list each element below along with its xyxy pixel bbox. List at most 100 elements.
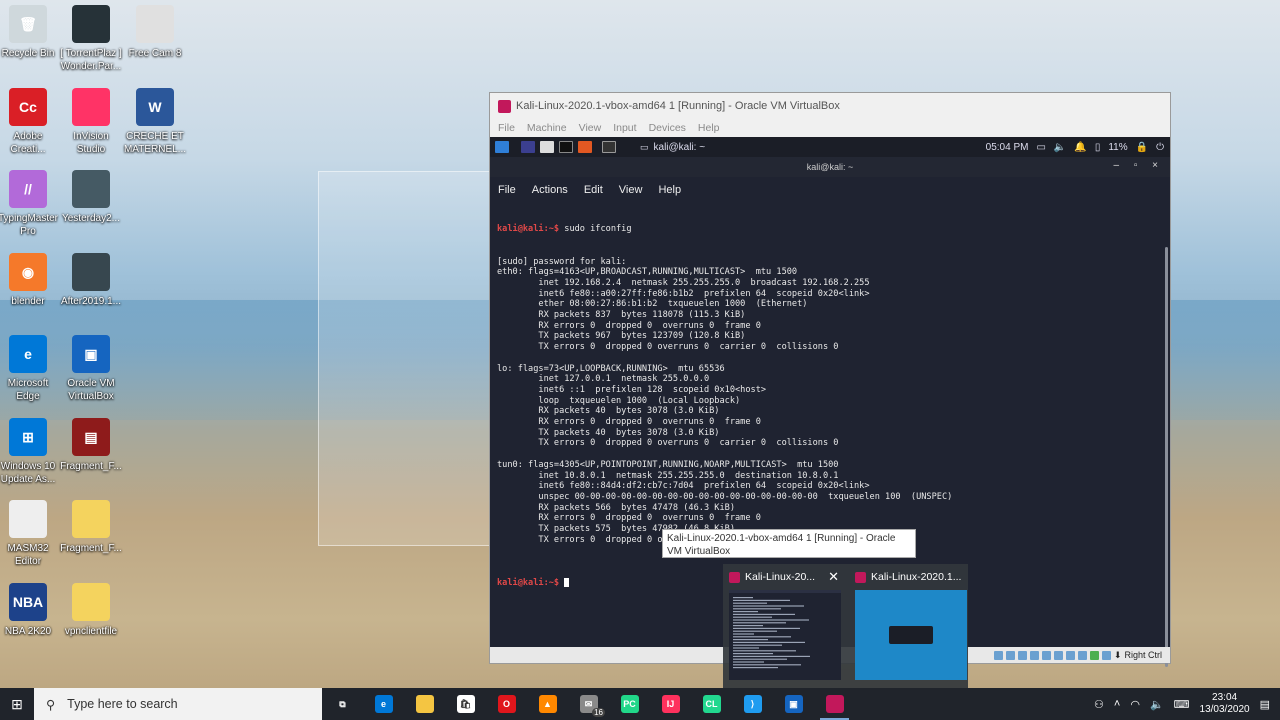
desktop-icon-label: [ TorrentPlaz ] Wonder.Par...: [60, 48, 122, 72]
desktop-icon[interactable]: MASM32 Editor: [0, 500, 61, 568]
taskbar-app-button[interactable]: PC: [609, 688, 650, 720]
network-icon[interactable]: [1029, 650, 1039, 660]
files-icon[interactable]: [540, 141, 554, 153]
active-terminal-icon[interactable]: [602, 141, 616, 153]
desktop-icon[interactable]: e Microsoft Edge: [0, 335, 61, 403]
taskbar-app-button[interactable]: CL: [691, 688, 732, 720]
taskbar-terminal-item[interactable]: ▭ kali@kali: ~: [640, 142, 705, 153]
desktop-icon-label: Fragment_F...: [60, 543, 122, 554]
term-menu-view[interactable]: View: [619, 184, 643, 196]
browser-launcher-icon[interactable]: [578, 141, 592, 153]
hdd-icon[interactable]: [993, 650, 1003, 660]
taskbar-app-button[interactable]: [404, 688, 445, 720]
thumbnail-text-line: [733, 630, 777, 632]
desktop-icon[interactable]: 🗑 Recycle Bin: [0, 5, 61, 60]
edge-icon: e: [374, 695, 393, 713]
desktop-icon[interactable]: After2019.1...: [58, 253, 124, 308]
terminal-line: RX errors 0 dropped 0 overruns 0 frame 0: [497, 320, 761, 331]
taskbar-app-button[interactable]: ⧉: [322, 688, 363, 720]
taskbar-app-button[interactable]: ▣: [773, 688, 814, 720]
taskbar-app-button[interactable]: ▲: [527, 688, 568, 720]
desktop-icon[interactable]: Free Cam 8: [122, 5, 188, 60]
desktop-icon-label: Oracle VM VirtualBox: [67, 378, 115, 402]
desktop-icon[interactable]: ▤ Fragment_F...: [58, 418, 124, 473]
wifi-icon[interactable]: ◠: [1130, 698, 1140, 711]
term-menu-file[interactable]: File: [498, 184, 516, 196]
workspace-icon[interactable]: [521, 141, 535, 153]
menu-devices[interactable]: Devices: [649, 122, 686, 134]
desktop-icon[interactable]: Cc Adobe Creati...: [0, 88, 61, 156]
close-icon[interactable]: ✕: [828, 569, 839, 585]
desktop-icon[interactable]: ◉ blender: [0, 253, 61, 308]
thumbnail-text-line: [733, 605, 804, 607]
kali-clock[interactable]: 05:04 PM: [986, 142, 1029, 153]
terminal-window-controls[interactable]: – ▫ ×: [1113, 160, 1164, 171]
notifications-icon[interactable]: ▤: [1260, 698, 1270, 711]
start-button[interactable]: ⊞: [0, 688, 34, 720]
thumbnail-text-line: [733, 613, 795, 615]
shared-folder-icon[interactable]: [1053, 650, 1063, 660]
menu-view[interactable]: View: [579, 122, 602, 134]
terminal-launcher-icon[interactable]: [559, 141, 573, 153]
desktop-icon[interactable]: ▣ Oracle VM VirtualBox: [58, 335, 124, 403]
mouse-icon[interactable]: [1101, 650, 1111, 660]
battery-icon[interactable]: ▯: [1095, 142, 1101, 153]
desktop-icon[interactable]: vpnclientfile: [58, 583, 124, 638]
taskbar-app-button[interactable]: 🛍: [445, 688, 486, 720]
terminal-scrollbar[interactable]: [1165, 247, 1168, 667]
display-status-icon[interactable]: [1065, 650, 1075, 660]
desktop-icon[interactable]: [ TorrentPlaz ] Wonder.Par...: [58, 5, 124, 73]
taskbar-app-button[interactable]: O: [486, 688, 527, 720]
desktop-icon[interactable]: // TypingMaster Pro: [0, 170, 61, 238]
thumbnail-text-line: [733, 641, 805, 643]
desktop-icon[interactable]: Fragment_F...: [58, 500, 124, 555]
taskbar-clock[interactable]: 23:04 13/03/2020: [1200, 692, 1250, 716]
opera-icon: O: [497, 695, 516, 713]
usb-icon[interactable]: [1041, 650, 1051, 660]
keyboard-icon[interactable]: ⌨: [1174, 698, 1190, 711]
menu-input[interactable]: Input: [613, 122, 636, 134]
menu-file[interactable]: File: [498, 122, 515, 134]
term-menu-actions[interactable]: Actions: [532, 184, 568, 196]
app-icon: [72, 5, 110, 43]
chevron-up-icon[interactable]: ˄: [1114, 698, 1120, 710]
kali-menu-icon[interactable]: [495, 141, 509, 153]
notification-icon[interactable]: 🔔: [1074, 142, 1086, 153]
taskbar-app-button[interactable]: e: [363, 688, 404, 720]
terminal-line: inet 127.0.0.1 netmask 255.0.0.0: [497, 374, 710, 385]
volume-icon[interactable]: 🔈: [1054, 142, 1066, 153]
desktop-icon[interactable]: Yesterday2...: [58, 170, 124, 225]
taskbar-app-button[interactable]: IJ: [650, 688, 691, 720]
person-icon[interactable]: ⚇: [1094, 698, 1104, 711]
taskbar-app-button[interactable]: ✉ 16: [568, 688, 609, 720]
optical-icon[interactable]: [1005, 650, 1015, 660]
thumbnail-kali-terminal[interactable]: Kali-Linux-20... ✕: [723, 564, 843, 688]
vlc-icon: ▲: [538, 695, 557, 713]
cpu-icon[interactable]: [1089, 650, 1099, 660]
app-icon: ◉: [9, 253, 47, 291]
search-box[interactable]: ⚲ Type here to search: [34, 688, 322, 720]
term-menu-help[interactable]: Help: [658, 184, 681, 196]
taskbar-app-button[interactable]: [814, 688, 855, 720]
display-icon[interactable]: ▭: [1036, 142, 1045, 153]
desktop-icon[interactable]: ⊞ Windows 10 Update As...: [0, 418, 61, 486]
taskbar-app-button[interactable]: ⟩: [732, 688, 773, 720]
lock-icon[interactable]: 🔒: [1136, 142, 1148, 153]
power-icon[interactable]: ⏻: [1156, 142, 1164, 153]
terminal-titlebar[interactable]: kali@kali: ~ – ▫ ×: [490, 157, 1170, 177]
window-titlebar[interactable]: Kali-Linux-2020.1-vbox-amd64 1 [Running]…: [490, 93, 1170, 119]
menu-machine[interactable]: Machine: [527, 122, 567, 134]
desktop-icon[interactable]: InVision Studio: [58, 88, 124, 156]
terminal-line: RX packets 40 bytes 3078 (3.0 KiB): [497, 406, 720, 417]
keyboard-icon[interactable]: ⬇: [1114, 650, 1122, 661]
desktop-icon-label: vpnclientfile: [64, 626, 118, 637]
desktop-icon[interactable]: W CRECHE ET MATERNEL...: [122, 88, 188, 156]
audio-icon[interactable]: [1017, 650, 1027, 660]
capture-icon[interactable]: [1077, 650, 1087, 660]
menu-help[interactable]: Help: [698, 122, 720, 134]
volume-icon[interactable]: 🔈: [1150, 698, 1164, 711]
thumbnail-kali-login[interactable]: Kali-Linux-2020.1...: [849, 564, 969, 688]
desktop-icon[interactable]: NBA NBA 2K20: [0, 583, 61, 638]
terminal-line: TX packets 967 bytes 123709 (120.8 KiB): [497, 331, 746, 342]
term-menu-edit[interactable]: Edit: [584, 184, 603, 196]
